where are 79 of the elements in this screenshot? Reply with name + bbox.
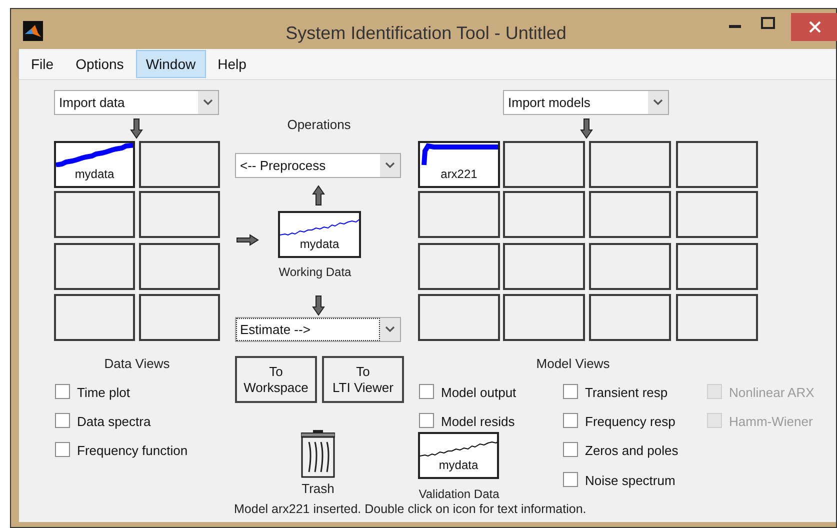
close-icon: [808, 21, 820, 33]
arrow-right-icon: [236, 234, 259, 246]
empty-slot[interactable]: [139, 191, 220, 238]
section-title: Data Views: [103, 355, 171, 373]
empty-slot[interactable]: [589, 294, 671, 341]
empty-slot[interactable]: [503, 191, 585, 238]
dropdown[interactable]: Import data: [54, 90, 219, 115]
empty-slot[interactable]: [676, 141, 758, 188]
empty-slot[interactable]: [139, 243, 220, 290]
checkbox-label: Zeros and poles: [585, 442, 678, 460]
empty-slot[interactable]: [676, 243, 758, 290]
empty-slot[interactable]: [54, 191, 135, 238]
checkbox[interactable]: [55, 384, 70, 399]
checkbox[interactable]: [55, 442, 70, 457]
empty-slot[interactable]: [589, 191, 671, 238]
data-icon[interactable]: mydata: [278, 211, 361, 258]
empty-slot[interactable]: [54, 243, 135, 290]
empty-slot[interactable]: [418, 294, 500, 341]
checkbox[interactable]: [419, 384, 434, 399]
menu-item[interactable]: Help: [208, 50, 256, 78]
section-title: Operations: [286, 116, 352, 134]
button[interactable]: To Workspace: [235, 356, 317, 403]
checkbox-label: Model resids: [441, 413, 515, 431]
caption: Trash: [300, 480, 336, 498]
menu-item[interactable]: Options: [66, 50, 134, 78]
checkbox[interactable]: [563, 442, 578, 457]
empty-slot[interactable]: [589, 243, 671, 290]
empty-slot[interactable]: [503, 243, 585, 290]
checkbox[interactable]: [55, 413, 70, 428]
arrow-down-icon: [130, 118, 143, 139]
close-button[interactable]: [791, 13, 837, 41]
checkbox[interactable]: [563, 384, 578, 399]
empty-slot[interactable]: [676, 294, 758, 341]
app-logo-icon: [23, 21, 43, 41]
dropdown[interactable]: Import models: [503, 90, 669, 115]
section-title: Model Views: [535, 355, 611, 373]
caption: Working Data: [278, 264, 352, 281]
empty-slot[interactable]: [589, 141, 671, 188]
empty-slot[interactable]: [503, 141, 585, 188]
dropdown[interactable]: Estimate -->: [235, 317, 401, 342]
minimize-icon[interactable]: [729, 25, 741, 29]
checkbox-label: Frequency resp: [585, 413, 676, 431]
chevron-down-icon: [385, 326, 395, 333]
checkbox-label: Data spectra: [77, 413, 151, 431]
button[interactable]: To LTI Viewer: [322, 356, 404, 403]
empty-slot[interactable]: [503, 294, 585, 341]
checkbox-label: Nonlinear ARX: [729, 384, 814, 402]
menu-item[interactable]: Window: [136, 50, 206, 78]
data-icon[interactable]: mydata: [418, 432, 499, 479]
trash-icon: [301, 430, 335, 478]
checkbox-label: Frequency function: [77, 442, 188, 460]
maximize-icon[interactable]: [761, 17, 775, 29]
empty-slot[interactable]: [418, 243, 500, 290]
chevron-down-icon: [203, 99, 213, 106]
empty-slot[interactable]: [139, 141, 220, 188]
arrow-down-icon: [580, 118, 593, 139]
caption: Validation Data: [418, 486, 500, 503]
arrow-up-icon: [312, 185, 325, 206]
empty-slot[interactable]: [418, 191, 500, 238]
checkbox-label: Model output: [441, 384, 516, 402]
menu-item[interactable]: File: [21, 50, 64, 78]
data-icon[interactable]: mydata: [54, 141, 135, 188]
dropdown[interactable]: <-- Preprocess: [235, 153, 401, 178]
checkbox-label: Hamm-Wiener: [729, 413, 813, 431]
empty-slot[interactable]: [139, 294, 220, 341]
empty-slot[interactable]: [54, 294, 135, 341]
arrow-down-icon: [312, 295, 325, 316]
checkbox[interactable]: [563, 472, 578, 487]
checkbox[interactable]: [419, 413, 434, 428]
checkbox[interactable]: [563, 413, 578, 428]
status-message: Model arx221 inserted. Double click on icon for text information.: [234, 501, 586, 518]
window-title: System Identification Tool - Untitled: [284, 22, 568, 45]
chevron-down-icon: [385, 162, 395, 169]
checkbox-label: Transient resp: [585, 384, 668, 402]
checkbox-label: Noise spectrum: [585, 472, 676, 490]
checkbox-label: Time plot: [77, 384, 130, 402]
empty-slot[interactable]: [676, 191, 758, 238]
model-icon[interactable]: arx221: [418, 141, 500, 188]
chevron-down-icon: [653, 99, 663, 106]
